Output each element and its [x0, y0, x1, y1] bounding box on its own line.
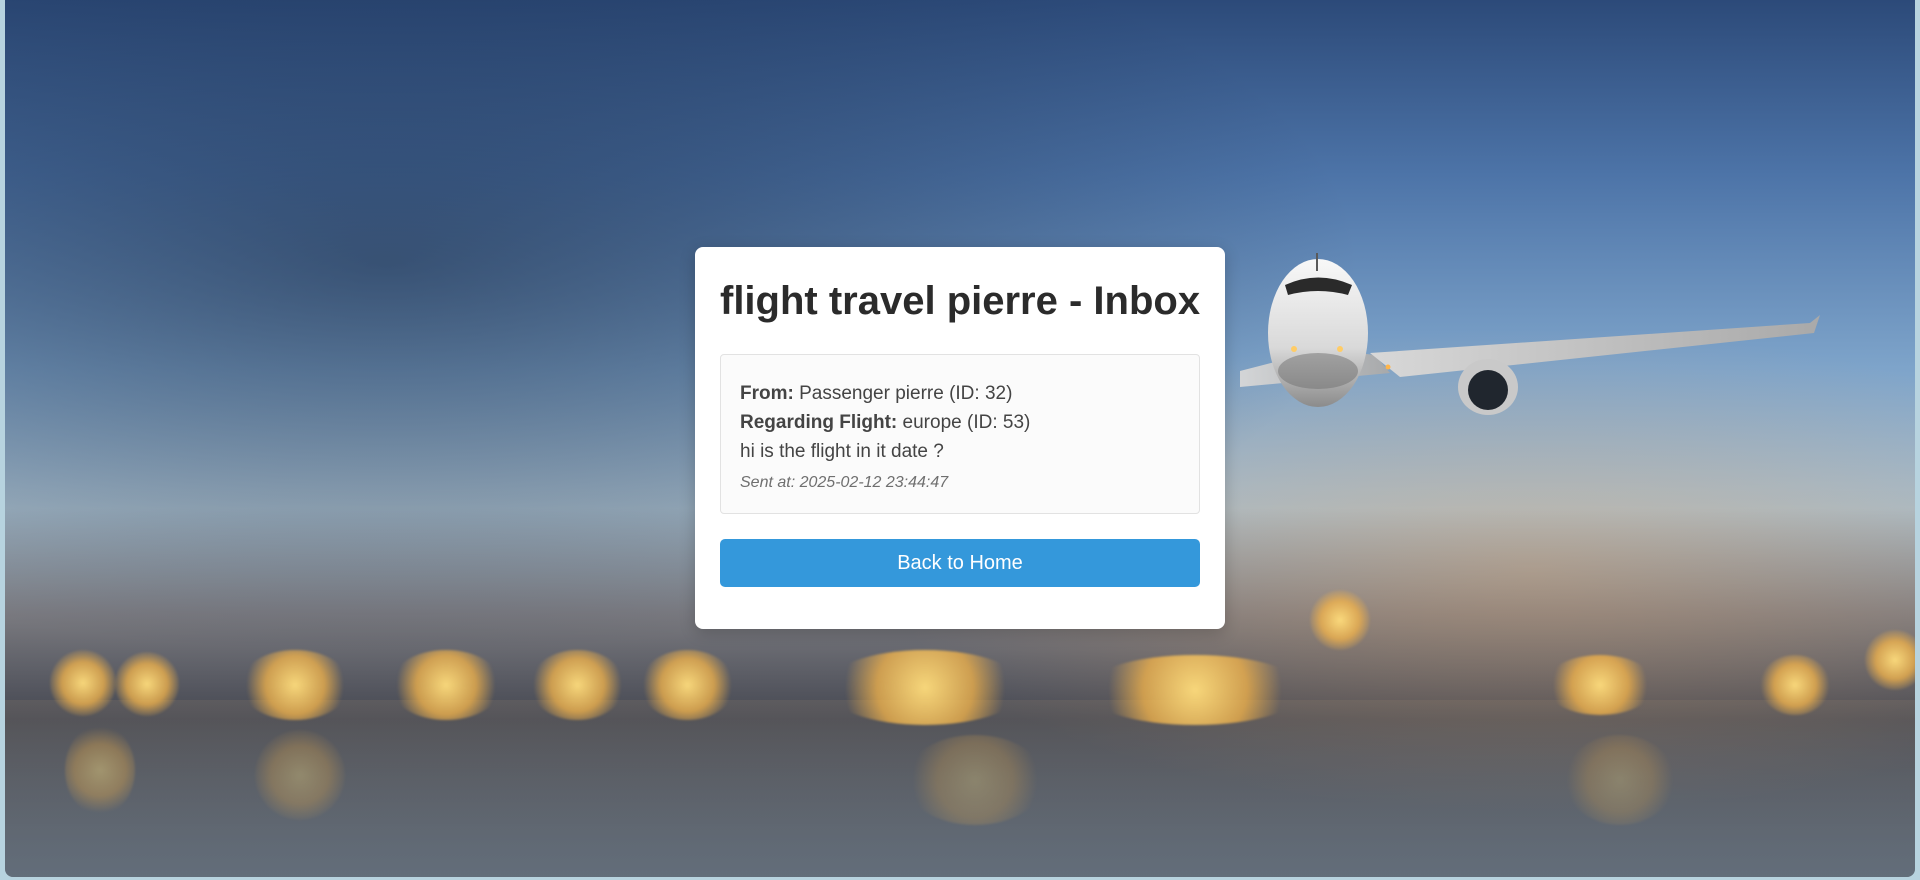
bokeh-light [50, 650, 116, 716]
bokeh-light [825, 650, 1025, 725]
bokeh-light [240, 650, 350, 720]
bokeh-light [65, 725, 135, 815]
regarding-label: Regarding Flight: [740, 412, 898, 433]
regarding-value: europe (ID: 53) [902, 412, 1031, 433]
bokeh-light [255, 730, 345, 820]
bokeh-light [1565, 735, 1675, 825]
bokeh-light [1760, 655, 1830, 715]
inbox-card: flight travel pierre - Inbox From: Passe… [695, 247, 1225, 629]
message-body: hi is the flight in it date ? [740, 441, 944, 462]
message-sent-time: Sent at: 2025-02-12 23:44:47 [740, 474, 949, 491]
bokeh-light [1545, 655, 1655, 715]
bokeh-light [390, 650, 502, 720]
bokeh-light [530, 650, 625, 720]
bokeh-light [1310, 590, 1370, 650]
back-home-button[interactable]: Back to Home [720, 539, 1200, 587]
message-from-row: From: Passenger pierre (ID: 32) [740, 379, 1180, 408]
bokeh-light [640, 650, 735, 720]
message-item: From: Passenger pierre (ID: 32) Regardin… [720, 354, 1200, 514]
bokeh-light [115, 652, 179, 716]
page-title: flight travel pierre - Inbox [720, 279, 1201, 323]
message-regarding-row: Regarding Flight: europe (ID: 53) [740, 408, 1180, 437]
airplane-image [1240, 253, 1820, 415]
from-label: From: [740, 383, 794, 404]
from-value: Passenger pierre (ID: 32) [799, 383, 1013, 404]
bokeh-light [905, 735, 1045, 825]
bokeh-light [1085, 655, 1305, 725]
